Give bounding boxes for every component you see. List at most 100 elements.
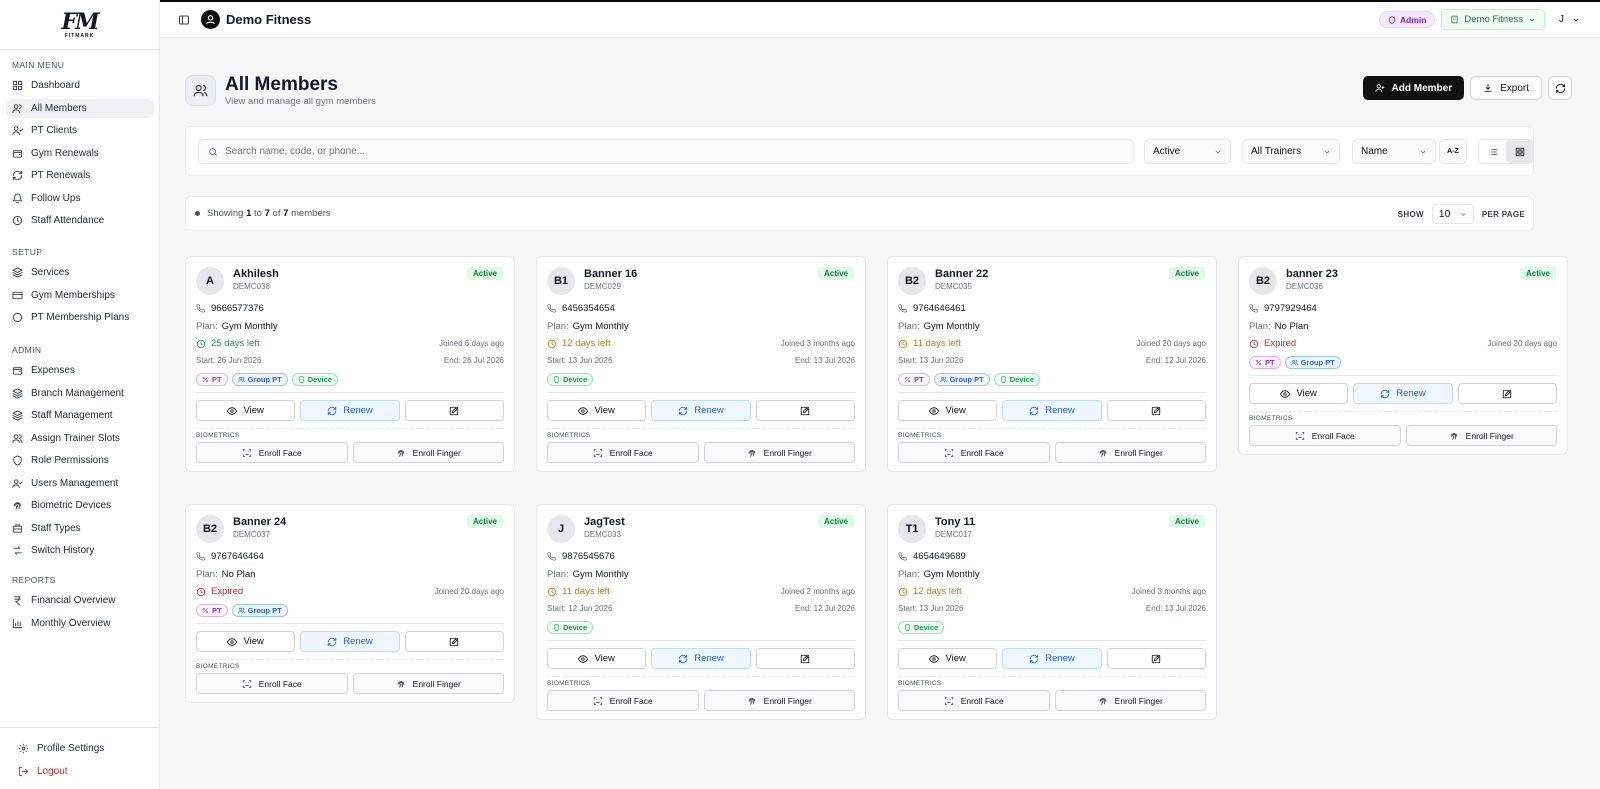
renew-button[interactable]: Renew bbox=[651, 400, 751, 421]
sidebar-item-staff-management[interactable]: Staff Management bbox=[6, 406, 154, 425]
tag-label: PT bbox=[914, 375, 924, 384]
view-button[interactable]: View bbox=[196, 631, 296, 652]
gym-selector[interactable]: Demo Fitness bbox=[1441, 9, 1545, 30]
sidebar-item-staff-attendance[interactable]: Staff Attendance bbox=[6, 211, 154, 230]
view-button[interactable]: View bbox=[898, 648, 998, 669]
member-name[interactable]: Akhilesh bbox=[233, 268, 279, 280]
status-filter-select[interactable]: Active bbox=[1144, 139, 1231, 164]
members-icon bbox=[185, 75, 216, 106]
enroll-finger-button[interactable]: Enroll Finger bbox=[703, 442, 855, 463]
membership-dates: Start: 12 Jun 2026 End: 12 Jul 2026 bbox=[547, 604, 855, 613]
sidebar-item-gym-renewals[interactable]: Gym Renewals bbox=[6, 144, 154, 163]
sidebar-item-pt-renewals[interactable]: PT Renewals bbox=[6, 166, 154, 185]
renew-button[interactable]: Renew bbox=[300, 631, 400, 652]
member-name[interactable]: JagTest bbox=[584, 516, 625, 528]
view-button[interactable]: View bbox=[1249, 383, 1349, 404]
sort-select[interactable]: Name bbox=[1352, 139, 1436, 164]
sidebar-item-expenses[interactable]: Expenses bbox=[6, 361, 154, 380]
enroll-finger-button[interactable]: Enroll Finger bbox=[703, 690, 855, 711]
start-date: 12 Jun 2026 bbox=[568, 604, 613, 613]
member-name[interactable]: Tony 11 bbox=[935, 516, 975, 528]
view-button[interactable]: View bbox=[898, 400, 998, 421]
grid-view-button[interactable] bbox=[1506, 140, 1533, 163]
enroll-face-button[interactable]: Enroll Face bbox=[898, 442, 1050, 463]
enroll-face-button[interactable]: Enroll Face bbox=[547, 442, 699, 463]
view-toggle bbox=[1478, 139, 1534, 164]
enroll-finger-button[interactable]: Enroll Finger bbox=[1054, 690, 1206, 711]
dashboard-icon bbox=[12, 80, 23, 91]
sidebar-item-switch-history[interactable]: Switch History bbox=[6, 541, 154, 560]
sidebar-item-users-management[interactable]: Users Management bbox=[6, 474, 154, 493]
trainer-filter-select[interactable]: All Trainers bbox=[1242, 139, 1340, 164]
sidebar-item-label: Staff Types bbox=[31, 522, 81, 534]
profile-settings-link[interactable]: Profile Settings bbox=[6, 739, 154, 758]
renew-button[interactable]: Renew bbox=[1002, 648, 1102, 669]
sidebar-toggle-icon[interactable] bbox=[178, 14, 190, 26]
sidebar-item-branch-management[interactable]: Branch Management bbox=[6, 384, 154, 403]
enroll-face-button[interactable]: Enroll Face bbox=[196, 442, 348, 463]
view-button[interactable]: View bbox=[196, 400, 296, 421]
export-button[interactable]: Export bbox=[1470, 76, 1542, 100]
phone-row: 9666577376 bbox=[196, 303, 504, 314]
enroll-finger-button[interactable]: Enroll Finger bbox=[1405, 425, 1557, 446]
status-badge: Active bbox=[817, 267, 854, 280]
sidebar-item-role-permissions[interactable]: Role Permissions bbox=[6, 451, 154, 470]
sidebar-item-monthly-overview[interactable]: Monthly Overview bbox=[6, 614, 154, 633]
renew-button[interactable]: Renew bbox=[651, 648, 751, 669]
enroll-face-button[interactable]: Enroll Face bbox=[547, 690, 699, 711]
avatar: B2 bbox=[196, 515, 224, 543]
sort-direction-button[interactable]: A-Z bbox=[1439, 139, 1467, 164]
view-button[interactable]: View bbox=[547, 648, 647, 669]
sidebar-item-staff-types[interactable]: Staff Types bbox=[6, 519, 154, 538]
enroll-finger-button[interactable]: Enroll Finger bbox=[1054, 442, 1206, 463]
sort-direction-label: A-Z bbox=[1447, 148, 1459, 155]
logout-link[interactable]: Logout bbox=[6, 762, 154, 781]
fingerprint-icon bbox=[748, 449, 755, 457]
search-input[interactable] bbox=[225, 146, 1105, 157]
edit-button[interactable] bbox=[404, 631, 504, 652]
biometrics-actions: Enroll Face Enroll Finger bbox=[547, 442, 855, 463]
sidebar-item-follow-ups[interactable]: Follow Ups bbox=[6, 189, 154, 208]
member-name[interactable]: Banner 22 bbox=[935, 268, 988, 280]
edit-button[interactable] bbox=[755, 400, 855, 421]
renew-button[interactable]: Renew bbox=[1002, 400, 1102, 421]
renew-button[interactable]: Renew bbox=[300, 400, 400, 421]
layers-icon bbox=[12, 267, 23, 278]
service-tags: Device bbox=[898, 621, 945, 634]
users-icon bbox=[237, 607, 245, 614]
sidebar-item-assign-trainer-slots[interactable]: Assign Trainer Slots bbox=[6, 429, 154, 448]
app-logo[interactable]: FM FITMARK bbox=[0, 0, 159, 50]
view-button[interactable]: View bbox=[547, 400, 647, 421]
sidebar-item-all-members[interactable]: All Members bbox=[6, 98, 154, 118]
list-view-button[interactable] bbox=[1479, 140, 1506, 163]
member-name[interactable]: Banner 16 bbox=[584, 268, 637, 280]
enroll-face-button[interactable]: Enroll Face bbox=[196, 673, 348, 694]
renew-button[interactable]: Renew bbox=[1353, 383, 1453, 404]
user-menu[interactable]: J bbox=[1559, 14, 1580, 25]
enroll-face-button[interactable]: Enroll Face bbox=[1249, 425, 1401, 446]
edit-button[interactable] bbox=[1106, 648, 1206, 669]
biometrics-label: BIOMETRICS bbox=[1249, 415, 1293, 422]
enroll-finger-button[interactable]: Enroll Finger bbox=[352, 673, 504, 694]
edit-button[interactable] bbox=[1457, 383, 1557, 404]
member-phone: 9797929464 bbox=[1264, 303, 1317, 314]
member-name[interactable]: Banner 24 bbox=[233, 516, 286, 528]
sidebar-item-financial-overview[interactable]: Financial Overview bbox=[6, 591, 154, 610]
sidebar-item-pt-clients[interactable]: PT Clients bbox=[6, 121, 154, 140]
refresh-button[interactable] bbox=[1548, 76, 1572, 100]
sidebar-item-dashboard[interactable]: Dashboard bbox=[6, 76, 154, 95]
edit-button[interactable] bbox=[404, 400, 504, 421]
add-member-button[interactable]: Add Member bbox=[1362, 76, 1465, 100]
sidebar-item-services[interactable]: Services bbox=[6, 263, 154, 282]
card-icon bbox=[12, 291, 23, 299]
plan-row: Plan: Gym Monthly bbox=[547, 569, 855, 580]
enroll-finger-button[interactable]: Enroll Finger bbox=[352, 442, 504, 463]
member-name[interactable]: banner 23 bbox=[1286, 268, 1338, 280]
edit-button[interactable] bbox=[755, 648, 855, 669]
sidebar-item-biometric-devices[interactable]: Biometric Devices bbox=[6, 496, 154, 515]
per-page-select[interactable]: 10 bbox=[1431, 204, 1474, 224]
enroll-face-button[interactable]: Enroll Face bbox=[898, 690, 1050, 711]
edit-button[interactable] bbox=[1106, 400, 1206, 421]
sidebar-item-gym-memberships[interactable]: Gym Memberships bbox=[6, 286, 154, 305]
sidebar-item-pt-membership-plans[interactable]: PT Membership Plans bbox=[6, 308, 154, 327]
